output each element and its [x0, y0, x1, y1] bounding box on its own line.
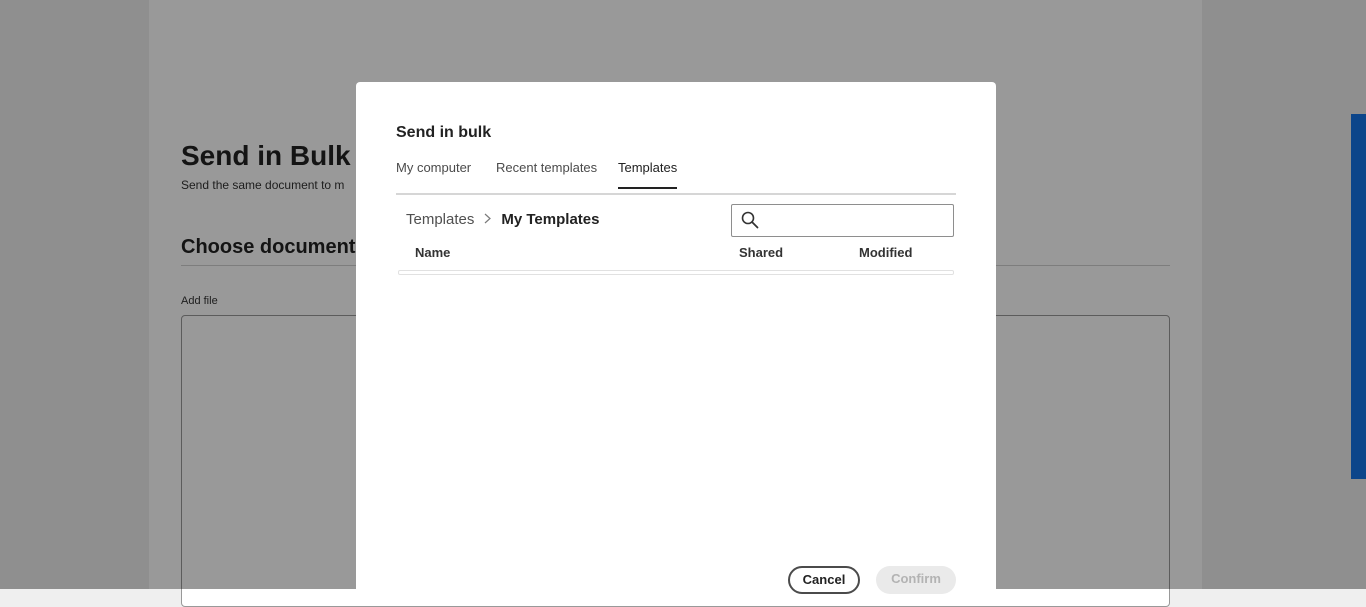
cancel-button[interactable]: Cancel [788, 566, 860, 594]
search-input[interactable] [766, 207, 950, 235]
column-header-shared[interactable]: Shared [739, 245, 783, 260]
search-box[interactable] [731, 204, 954, 237]
breadcrumb-templates-link[interactable]: Templates [406, 211, 474, 228]
source-tabs: My computer Recent templates Templates [396, 160, 956, 195]
search-icon [741, 211, 759, 229]
column-header-modified[interactable]: Modified [859, 245, 912, 260]
breadcrumb: Templates My Templates [406, 211, 599, 228]
tab-my-computer[interactable]: My computer [396, 160, 471, 187]
send-in-bulk-dialog: Send in bulk My computer Recent template… [356, 82, 996, 602]
tab-templates[interactable]: Templates [618, 160, 678, 189]
chevron-right-icon [484, 213, 492, 227]
templates-table-body [398, 270, 954, 275]
column-header-name[interactable]: Name [415, 245, 450, 260]
breadcrumb-current: My Templates [501, 211, 600, 228]
tab-recent-templates[interactable]: Recent templates [496, 160, 597, 187]
confirm-button[interactable]: Confirm [876, 566, 956, 594]
dialog-title: Send in bulk [396, 124, 492, 141]
